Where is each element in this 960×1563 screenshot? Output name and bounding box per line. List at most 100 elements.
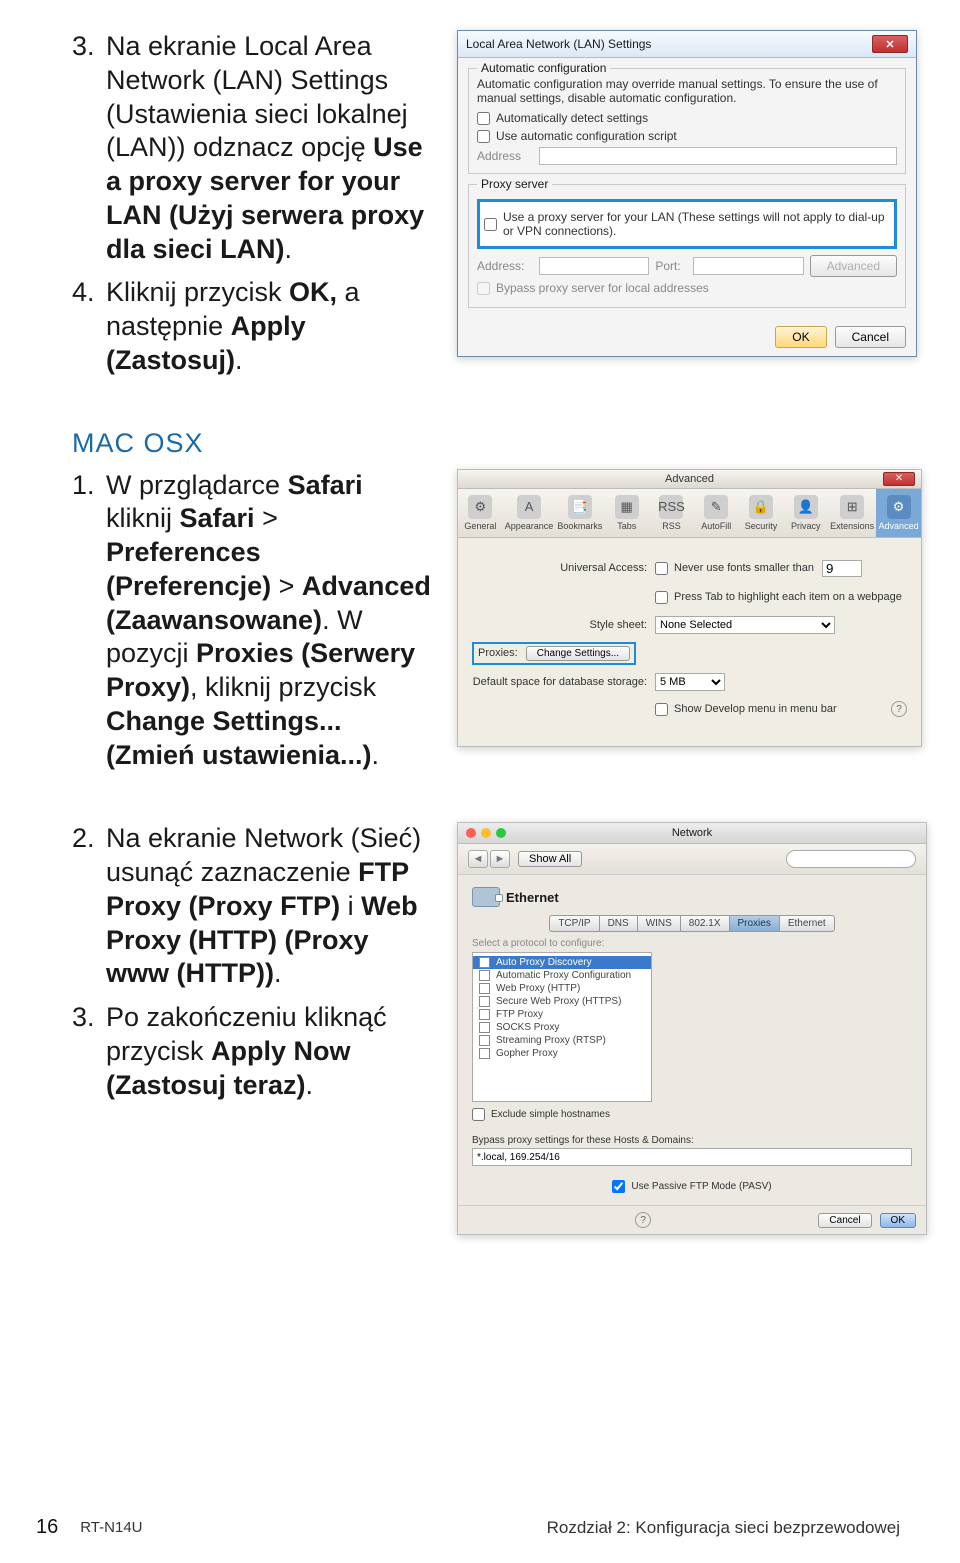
proxy-port-input [693, 257, 803, 275]
cancel-button[interactable]: Cancel [835, 326, 906, 348]
prefs-tab-general[interactable]: ⚙General [458, 489, 503, 537]
highlighted-option: Use a proxy server for your LAN (These s… [477, 199, 897, 249]
ok-button[interactable]: OK [775, 326, 826, 348]
proxy-address-label: Address: [477, 259, 533, 273]
ethernet-label: Ethernet [506, 890, 559, 905]
cancel-button[interactable]: Cancel [818, 1213, 871, 1228]
step-text: W przglądarce Safari kliknij Safari > Pr… [106, 469, 432, 773]
bookmarks-icon: 📑 [568, 495, 592, 519]
protocol-item[interactable]: Web Proxy (HTTP) [473, 982, 651, 995]
rss-icon: RSS [659, 495, 683, 519]
protocol-item[interactable]: Secure Web Proxy (HTTPS) [473, 995, 651, 1008]
net-tab-dns[interactable]: DNS [599, 915, 637, 932]
advanced-button: Advanced [810, 255, 897, 277]
protocol-item[interactable]: SOCKS Proxy [473, 1021, 651, 1034]
tabs-icon: ▦ [615, 495, 639, 519]
checkbox-icon[interactable] [479, 970, 490, 981]
checkbox-icon[interactable] [479, 1022, 490, 1033]
group-title-proxy: Proxy server [477, 177, 552, 191]
checkbox-icon[interactable] [479, 983, 490, 994]
develop-menu-checkbox[interactable]: Show Develop menu in menu bar [655, 703, 837, 716]
prefs-tab-autofill[interactable]: ✎AutoFill [694, 489, 739, 537]
checkbox-icon[interactable] [479, 1009, 490, 1020]
nav-forward-icon[interactable]: ► [490, 850, 510, 868]
address-label: Address [477, 149, 533, 163]
checkbox-icon[interactable] [479, 1035, 490, 1046]
proxy-server-group: Proxy server Use a proxy server for your… [468, 184, 906, 308]
page-footer: 16 RT-N14U Rozdział 2: Konfiguracja siec… [0, 1516, 960, 1539]
net-tab-ethernet[interactable]: Ethernet [779, 915, 835, 932]
help-icon[interactable]: ? [891, 701, 907, 717]
checkbox-icon[interactable] [479, 1048, 490, 1059]
close-icon[interactable] [466, 828, 476, 838]
minimize-icon[interactable] [481, 828, 491, 838]
step-text: Po zakończeniu kliknąć przycisk Apply No… [106, 1001, 432, 1102]
show-all-button[interactable]: Show All [518, 851, 582, 867]
change-settings-button[interactable]: Change Settings... [526, 646, 630, 661]
network-titlebar: Network [458, 823, 926, 844]
step-number: 3. [72, 30, 106, 266]
zoom-icon[interactable] [496, 828, 506, 838]
nav-back-icon[interactable]: ◄ [468, 850, 488, 868]
proxies-label: Proxies: [478, 647, 518, 659]
prefs-tab-appearance[interactable]: AAppearance [503, 489, 556, 537]
privacy-icon: 👤 [794, 495, 818, 519]
page-number: 16 [36, 1516, 58, 1539]
use-proxy-checkbox[interactable]: Use a proxy server for your LAN (These s… [484, 210, 890, 238]
prefs-tab-advanced[interactable]: ⚙Advanced [876, 489, 921, 537]
step-text: Na ekranie Local Area Network (LAN) Sett… [106, 30, 432, 266]
never-font-checkbox[interactable]: Never use fonts smaller than [655, 562, 814, 575]
lan-dialog-titlebar: Local Area Network (LAN) Settings ✕ [458, 31, 916, 58]
close-icon[interactable]: ✕ [872, 35, 908, 53]
prefs-tab-privacy[interactable]: 👤Privacy [783, 489, 828, 537]
bypass-hosts-input[interactable] [472, 1148, 912, 1166]
net-tab-8021x[interactable]: 802.1X [680, 915, 729, 932]
step-number: 4. [72, 276, 106, 377]
prefs-title: Advanced [665, 473, 714, 485]
style-sheet-select[interactable]: None Selected [655, 616, 835, 634]
proxy-address-input [539, 257, 649, 275]
net-tab-wins[interactable]: WINS [637, 915, 680, 932]
protocol-item[interactable]: Gopher Proxy [473, 1047, 651, 1060]
prefs-tab-rss[interactable]: RSSRSS [649, 489, 694, 537]
protocol-item[interactable]: Auto Proxy Discovery [473, 956, 651, 969]
step-text: Na ekranie Network (Sieć) usunąć zaznacz… [106, 822, 432, 991]
protocol-item[interactable]: Streaming Proxy (RTSP) [473, 1034, 651, 1047]
select-protocol-label: Select a protocol to configure: [472, 938, 687, 949]
instruction-step: 3.Po zakończeniu kliknąć przycisk Apply … [72, 1001, 432, 1102]
step-number: 1. [72, 469, 106, 773]
search-input[interactable] [786, 850, 916, 868]
nav-buttons[interactable]: ◄ ► [468, 850, 510, 868]
ok-button[interactable]: OK [880, 1213, 916, 1228]
font-size-input[interactable] [822, 560, 862, 577]
exclude-hostnames-checkbox[interactable]: Exclude simple hostnames [472, 1108, 687, 1121]
auto-detect-checkbox[interactable]: Automatically detect settings [477, 111, 897, 125]
protocol-item[interactable]: Automatic Proxy Configuration [473, 969, 651, 982]
tab-highlight-checkbox[interactable]: Press Tab to highlight each item on a we… [655, 591, 902, 604]
safari-advanced-prefs: Advanced ✕ ⚙GeneralAAppearance📑Bookmarks… [457, 469, 922, 747]
checkbox-icon[interactable] [479, 996, 490, 1007]
close-icon[interactable]: ✕ [883, 472, 915, 486]
prefs-tab-tabs[interactable]: ▦Tabs [604, 489, 649, 537]
protocol-list[interactable]: Auto Proxy DiscoveryAutomatic Proxy Conf… [472, 952, 652, 1102]
network-prefs-window: Network ◄ ► Show All Ethernet TCP/IPDNSW… [457, 822, 927, 1235]
instruction-step: 4.Kliknij przycisk OK, a następnie Apply… [72, 276, 432, 377]
protocol-item[interactable]: FTP Proxy [473, 1008, 651, 1021]
net-tab-tcpip[interactable]: TCP/IP [549, 915, 598, 932]
prefs-tab-bookmarks[interactable]: 📑Bookmarks [555, 489, 604, 537]
auto-script-address-input [539, 147, 897, 165]
prefs-tab-extensions[interactable]: ⊞Extensions [828, 489, 876, 537]
auto-script-checkbox[interactable]: Use automatic configuration script [477, 129, 897, 143]
step-text: Kliknij przycisk OK, a następnie Apply (… [106, 276, 432, 377]
storage-select[interactable]: 5 MB [655, 673, 725, 691]
step-number: 2. [72, 822, 106, 991]
help-icon[interactable]: ? [635, 1212, 651, 1228]
prefs-tab-security[interactable]: 🔒Security [739, 489, 784, 537]
group-title-auto: Automatic configuration [477, 61, 610, 75]
checkbox-icon[interactable] [479, 957, 490, 968]
style-sheet-label: Style sheet: [472, 619, 647, 631]
prefs-toolbar: ⚙GeneralAAppearance📑Bookmarks▦TabsRSSRSS… [458, 489, 921, 538]
network-title: Network [672, 827, 712, 839]
passive-ftp-checkbox[interactable]: Use Passive FTP Mode (PASV) [472, 1180, 912, 1193]
net-tab-proxies[interactable]: Proxies [729, 915, 779, 932]
